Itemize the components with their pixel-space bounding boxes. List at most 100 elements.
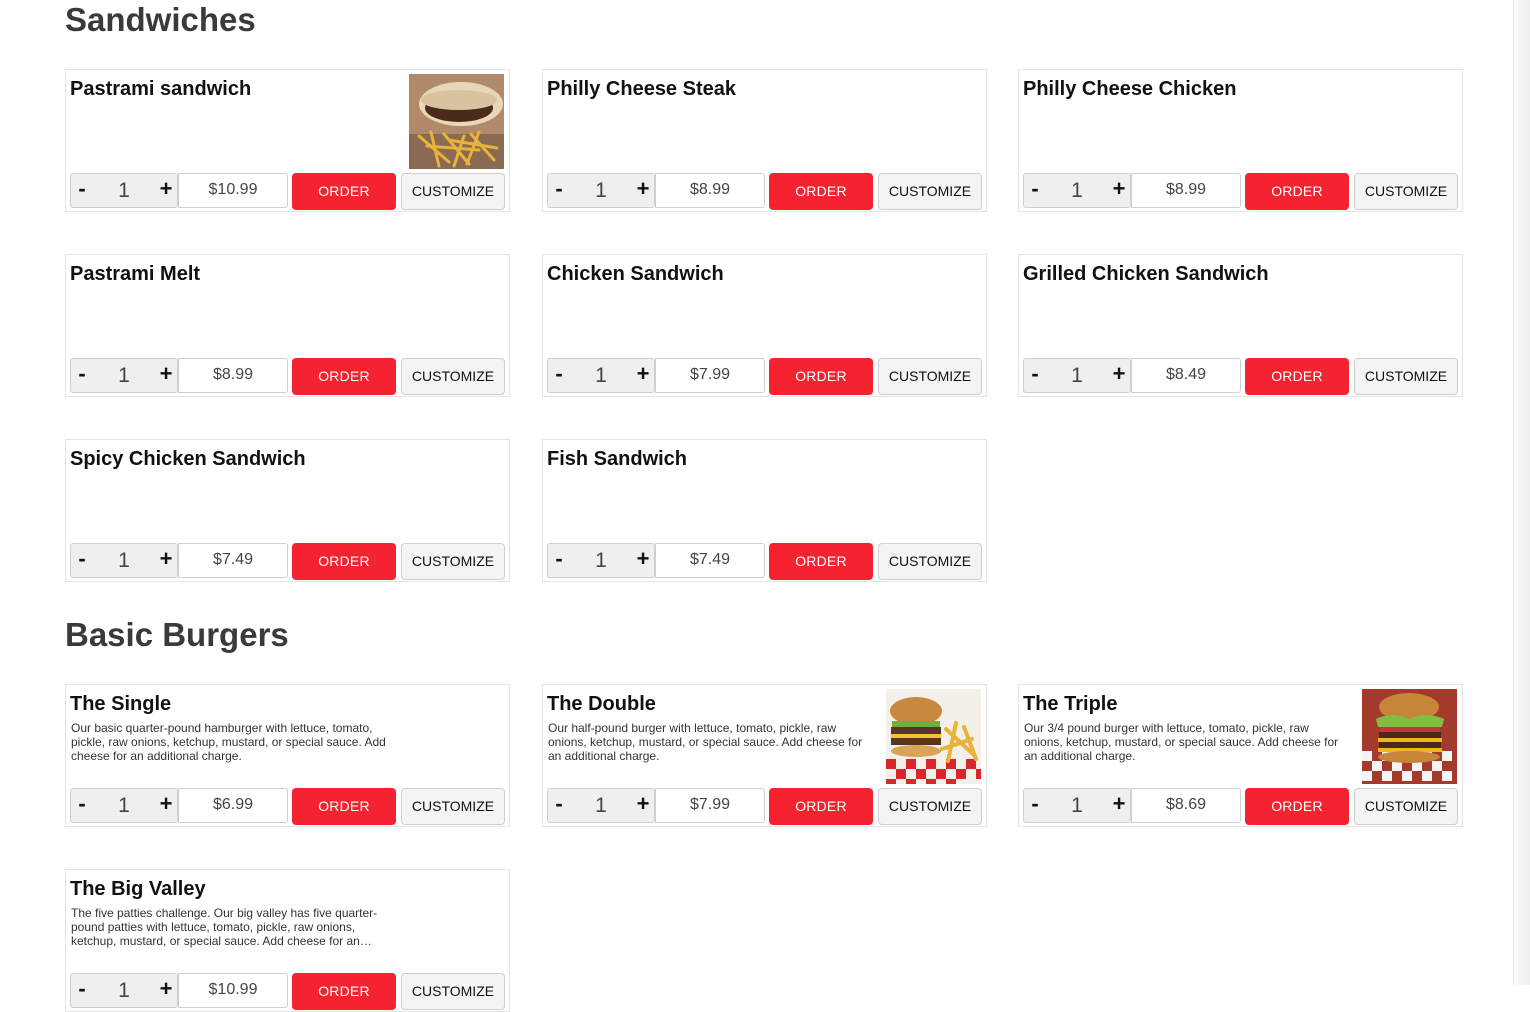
quantity-input[interactable] (570, 789, 632, 822)
increase-quantity-button[interactable]: + (632, 544, 654, 577)
quantity-input[interactable] (570, 359, 632, 392)
menu-item-card: The Double Our half-pound burger with le… (542, 684, 987, 827)
menu-item-name: The Triple (1023, 693, 1118, 715)
order-controls: - + $10.99 ORDER CUSTOMIZE (70, 173, 505, 210)
decrease-quantity-button[interactable]: - (71, 789, 93, 822)
increase-quantity-button[interactable]: + (632, 359, 654, 392)
menu-item-name: The Big Valley (70, 878, 206, 900)
customize-button[interactable]: CUSTOMIZE (1354, 173, 1458, 210)
increase-quantity-button[interactable]: + (155, 789, 177, 822)
price-display: $6.99 (178, 788, 288, 823)
quantity-input[interactable] (93, 359, 155, 392)
increase-quantity-button[interactable]: + (155, 174, 177, 207)
customize-button[interactable]: CUSTOMIZE (878, 788, 982, 825)
price-display: $8.69 (1131, 788, 1241, 823)
menu-item-description: The five patties challenge. Our big vall… (71, 906, 378, 948)
quantity-input[interactable] (93, 974, 155, 1007)
order-button[interactable]: ORDER (769, 358, 873, 395)
decrease-quantity-button[interactable]: - (548, 789, 570, 822)
menu-item-name: The Single (70, 693, 172, 715)
quantity-input[interactable] (1046, 174, 1108, 207)
order-button[interactable]: ORDER (292, 973, 396, 1010)
customize-button[interactable]: CUSTOMIZE (878, 173, 982, 210)
menu-item-card: The Big Valley The five patties challeng… (65, 869, 510, 1012)
increase-quantity-button[interactable]: + (1108, 359, 1130, 392)
decrease-quantity-button[interactable]: - (548, 174, 570, 207)
increase-quantity-button[interactable]: + (155, 359, 177, 392)
order-controls: - + $6.99 ORDER CUSTOMIZE (70, 788, 505, 825)
customize-button[interactable]: CUSTOMIZE (401, 543, 505, 580)
customize-button[interactable]: CUSTOMIZE (401, 973, 505, 1010)
customize-button[interactable]: CUSTOMIZE (878, 358, 982, 395)
order-button[interactable]: ORDER (1245, 173, 1349, 210)
quantity-stepper: - + (70, 173, 178, 208)
quantity-input[interactable] (93, 789, 155, 822)
decrease-quantity-button[interactable]: - (1024, 359, 1046, 392)
price-display: $10.99 (178, 173, 288, 208)
customize-button[interactable]: CUSTOMIZE (401, 358, 505, 395)
menu-item-card: The Triple Our 3/4 pound burger with let… (1018, 684, 1463, 827)
quantity-stepper: - + (1023, 788, 1131, 823)
quantity-stepper: - + (547, 543, 655, 578)
decrease-quantity-button[interactable]: - (548, 359, 570, 392)
customize-button[interactable]: CUSTOMIZE (1354, 788, 1458, 825)
quantity-input[interactable] (1046, 789, 1108, 822)
customize-button[interactable]: CUSTOMIZE (1354, 358, 1458, 395)
customize-button[interactable]: CUSTOMIZE (878, 543, 982, 580)
price-display: $7.49 (178, 543, 288, 578)
customize-button[interactable]: CUSTOMIZE (401, 788, 505, 825)
quantity-input[interactable] (570, 174, 632, 207)
order-button[interactable]: ORDER (1245, 788, 1349, 825)
order-button[interactable]: ORDER (769, 173, 873, 210)
menu-item-card: Pastrami Melt - + $8.99 ORDER CUSTOMIZE (65, 254, 510, 397)
order-controls: - + $8.99 ORDER CUSTOMIZE (547, 173, 982, 210)
menu-item-card: Chicken Sandwich - + $7.99 ORDER CUSTOMI… (542, 254, 987, 397)
increase-quantity-button[interactable]: + (1108, 789, 1130, 822)
increase-quantity-button[interactable]: + (632, 789, 654, 822)
order-controls: - + $8.49 ORDER CUSTOMIZE (1023, 358, 1458, 395)
order-button[interactable]: ORDER (292, 543, 396, 580)
order-button[interactable]: ORDER (1245, 358, 1349, 395)
increase-quantity-button[interactable]: + (632, 174, 654, 207)
quantity-stepper: - + (70, 543, 178, 578)
menu-item-name: Philly Cheese Chicken (1023, 78, 1237, 100)
quantity-input[interactable] (93, 544, 155, 577)
order-button[interactable]: ORDER (292, 173, 396, 210)
menu-item-name: Fish Sandwich (547, 448, 688, 470)
menu-item-card: Spicy Chicken Sandwich - + $7.49 ORDER C… (65, 439, 510, 582)
order-button[interactable]: ORDER (292, 788, 396, 825)
increase-quantity-button[interactable]: + (155, 974, 177, 1007)
decrease-quantity-button[interactable]: - (71, 974, 93, 1007)
quantity-input[interactable] (93, 174, 155, 207)
order-button[interactable]: ORDER (769, 543, 873, 580)
quantity-stepper: - + (70, 358, 178, 393)
customize-button[interactable]: CUSTOMIZE (401, 173, 505, 210)
page-scrollbar[interactable] (1513, 0, 1530, 985)
decrease-quantity-button[interactable]: - (71, 544, 93, 577)
order-button[interactable]: ORDER (292, 358, 396, 395)
quantity-stepper: - + (547, 358, 655, 393)
quantity-input[interactable] (570, 544, 632, 577)
order-controls: - + $10.99 ORDER CUSTOMIZE (70, 973, 505, 1010)
increase-quantity-button[interactable]: + (155, 544, 177, 577)
menu-item-card: The Single Our basic quarter-pound hambu… (65, 684, 510, 827)
price-display: $7.99 (655, 788, 765, 823)
decrease-quantity-button[interactable]: - (1024, 174, 1046, 207)
decrease-quantity-button[interactable]: - (71, 359, 93, 392)
quantity-input[interactable] (1046, 359, 1108, 392)
quantity-stepper: - + (70, 788, 178, 823)
decrease-quantity-button[interactable]: - (548, 544, 570, 577)
order-button[interactable]: ORDER (769, 788, 873, 825)
increase-quantity-button[interactable]: + (1108, 174, 1130, 207)
quantity-stepper: - + (1023, 358, 1131, 393)
menu-item-card: Fish Sandwich - + $7.49 ORDER CUSTOMIZE (542, 439, 987, 582)
order-controls: - + $7.49 ORDER CUSTOMIZE (547, 543, 982, 580)
price-display: $7.99 (655, 358, 765, 393)
quantity-stepper: - + (547, 173, 655, 208)
price-display: $8.99 (1131, 173, 1241, 208)
price-display: $7.49 (655, 543, 765, 578)
menu-item-card: Grilled Chicken Sandwich - + $8.49 ORDER… (1018, 254, 1463, 397)
decrease-quantity-button[interactable]: - (71, 174, 93, 207)
decrease-quantity-button[interactable]: - (1024, 789, 1046, 822)
order-controls: - + $7.99 ORDER CUSTOMIZE (547, 788, 982, 825)
